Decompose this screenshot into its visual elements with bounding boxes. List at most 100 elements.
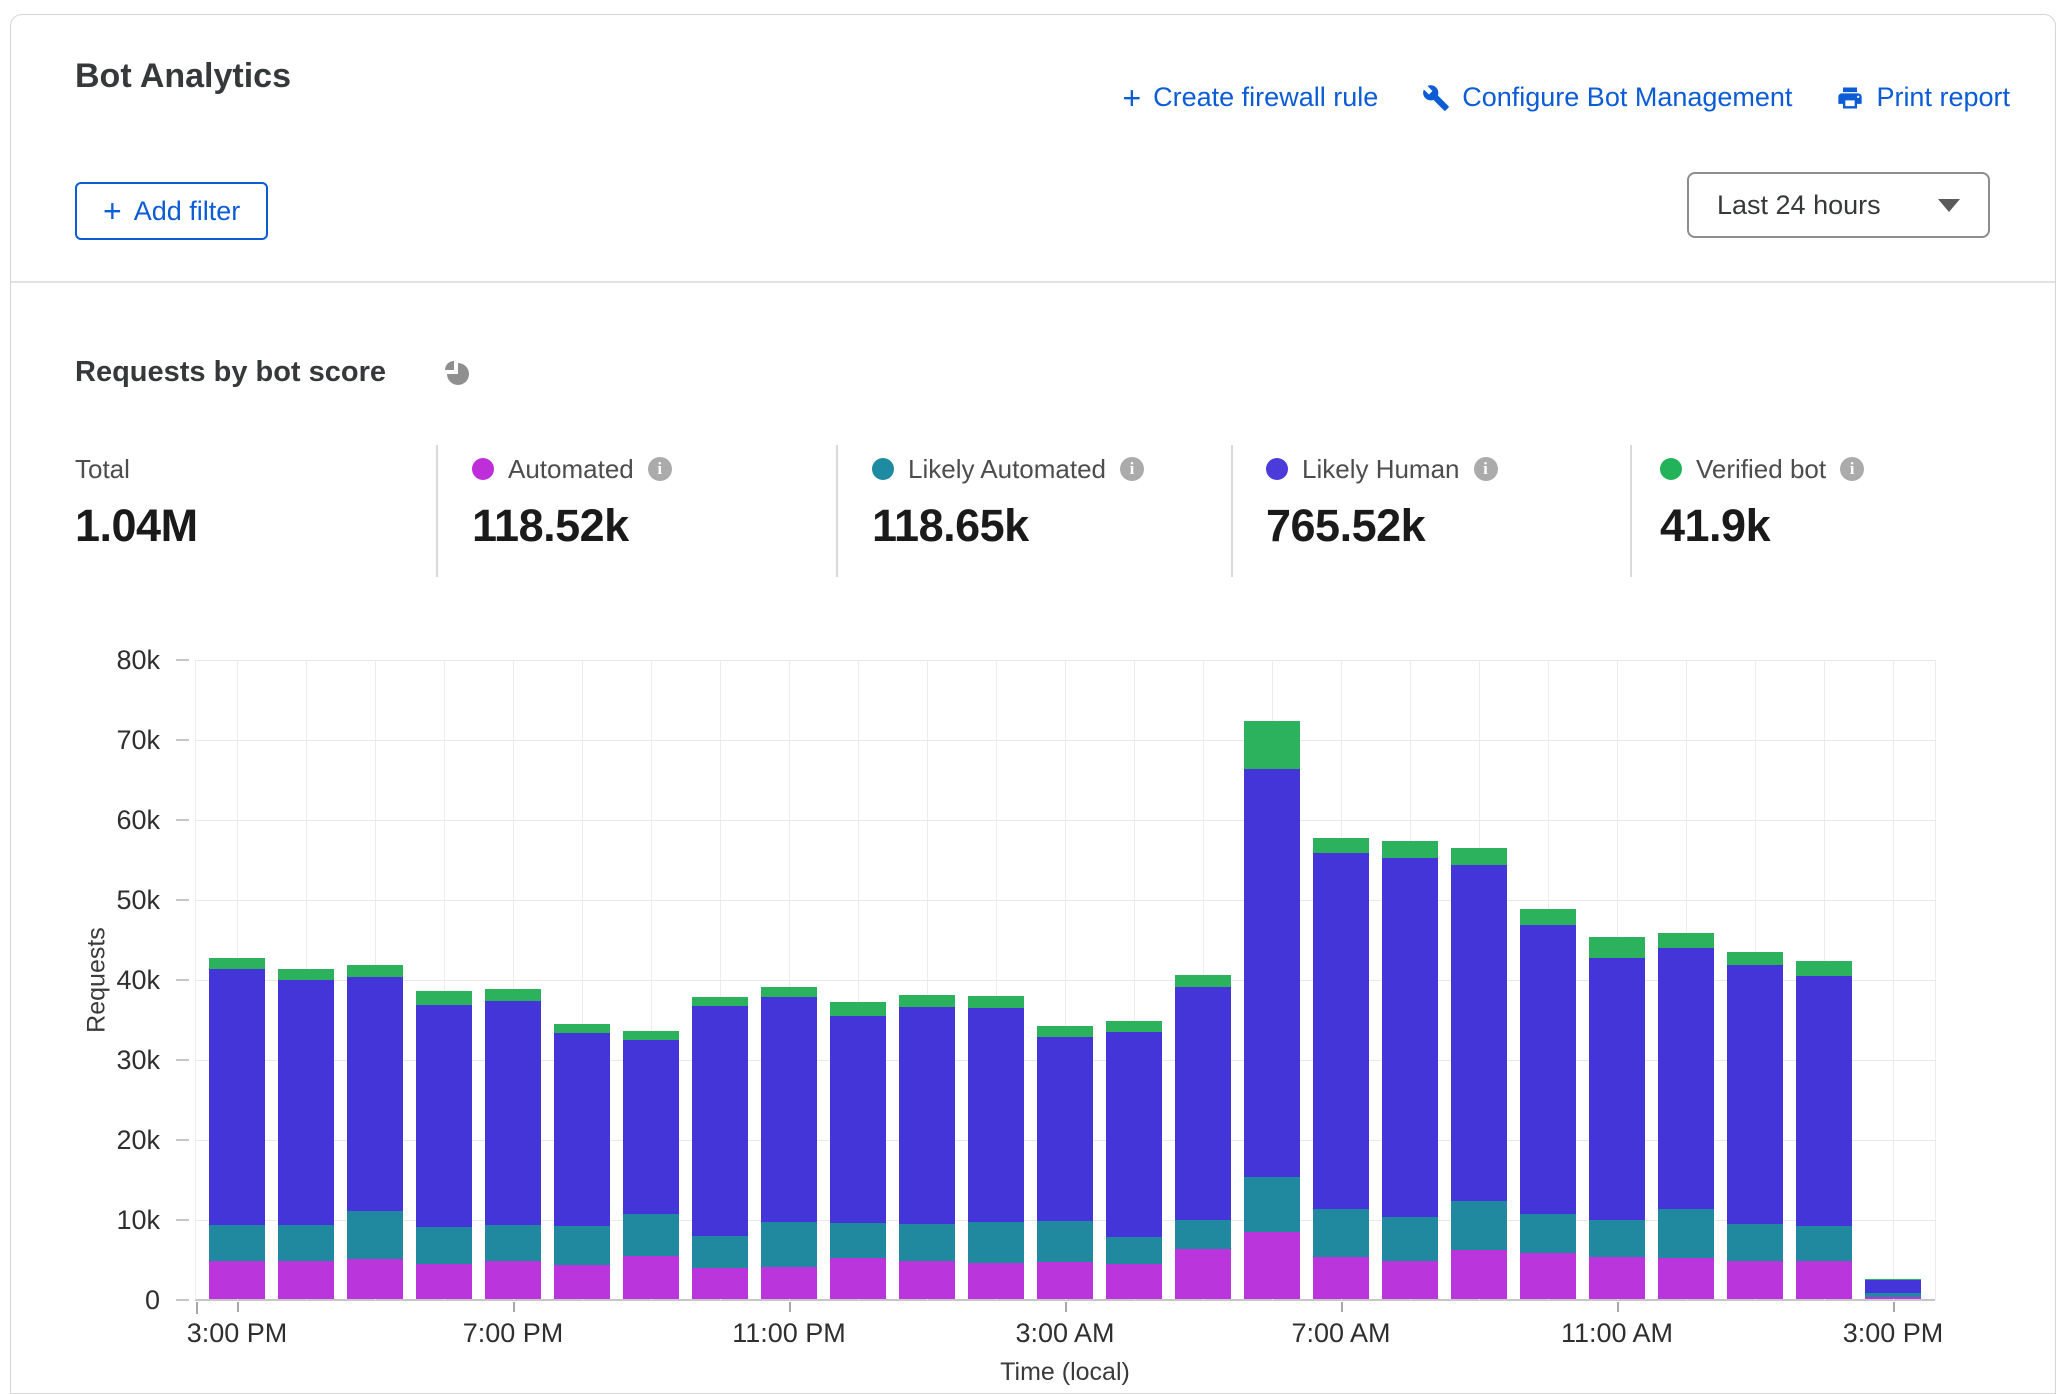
bar-segment-likely-human (347, 977, 403, 1211)
bar-segment-likely-human (209, 969, 265, 1226)
bar-segment-verified-bot (1520, 909, 1576, 925)
y-axis-tick (176, 1219, 189, 1221)
bar-segment-verified-bot (1382, 841, 1438, 858)
bar-segment-verified-bot (485, 989, 541, 1002)
bar-segment-automated (209, 1261, 265, 1299)
bar-segment-verified-bot (1313, 838, 1369, 852)
bar-segment-likely-human (623, 1040, 679, 1214)
bar-segment-verified-bot (968, 996, 1024, 1008)
bar-segment-verified-bot (1658, 933, 1714, 947)
y-axis-tick (176, 819, 189, 821)
x-axis-tick (1065, 1302, 1067, 1312)
bar-segment-automated (1865, 1297, 1921, 1299)
bar-segment-verified-bot (623, 1031, 679, 1040)
bar-segment-likely-automated (1796, 1226, 1852, 1261)
y-axis-tick (176, 979, 189, 981)
requests-by-bot-score-chart: 010k20k30k40k50k60k70k80k3:00 PM7:00 PM1… (0, 0, 2070, 1394)
bar-segment-automated (554, 1265, 610, 1299)
y-axis-tick (176, 1299, 189, 1301)
bar-segment-automated (1520, 1253, 1576, 1299)
bar-11-00-am[interactable] (1589, 937, 1645, 1299)
bar-segment-likely-automated (1244, 1177, 1300, 1232)
bar-segment-likely-human (1796, 976, 1852, 1226)
bar-segment-likely-automated (899, 1224, 955, 1262)
bar-segment-likely-human (1520, 925, 1576, 1214)
bar-5-00-am[interactable] (1175, 975, 1231, 1299)
bar-1-00-pm[interactable] (1727, 952, 1783, 1299)
bot-analytics-page: Bot Analytics + Create firewall rule Con… (0, 0, 2070, 1394)
bar-segment-automated (1589, 1257, 1645, 1299)
x-axis-tick (1617, 1302, 1619, 1312)
bar-3-00-pm[interactable] (1865, 1279, 1921, 1299)
x-axis-label: 3:00 PM (1793, 1318, 1993, 1349)
bar-segment-likely-automated (1520, 1214, 1576, 1253)
bar-segment-likely-automated (830, 1223, 886, 1258)
bar-7-00-am[interactable] (1313, 838, 1369, 1299)
bar-12-00-am[interactable] (830, 1002, 886, 1299)
y-axis-title: Requests (83, 927, 112, 1033)
bar-segment-verified-bot (278, 969, 334, 980)
bar-segment-verified-bot (1106, 1021, 1162, 1032)
bar-segment-automated (278, 1261, 334, 1299)
bar-12-00-pm[interactable] (1658, 933, 1714, 1299)
bar-9-00-am[interactable] (1451, 848, 1507, 1299)
bar-segment-likely-automated (554, 1226, 610, 1264)
bar-2-00-pm[interactable] (1796, 961, 1852, 1299)
bar-9-00-pm[interactable] (623, 1031, 679, 1299)
bar-segment-verified-bot (692, 997, 748, 1007)
bar-segment-likely-automated (278, 1225, 334, 1260)
bar-3-00-am[interactable] (1037, 1026, 1093, 1299)
bar-segment-automated (485, 1261, 541, 1299)
bar-6-00-am[interactable] (1244, 721, 1300, 1299)
bar-segment-verified-bot (347, 965, 403, 978)
bar-segment-automated (1382, 1261, 1438, 1299)
y-axis-tick (176, 659, 189, 661)
y-axis-tick (176, 1139, 189, 1141)
bar-segment-likely-automated (623, 1214, 679, 1256)
x-gridline (1935, 660, 1936, 1300)
bar-segment-likely-automated (692, 1236, 748, 1268)
bar-10-00-pm[interactable] (692, 997, 748, 1299)
y-axis-label: 70k (50, 725, 160, 755)
x-axis-tick (196, 1302, 198, 1314)
y-axis-label: 80k (50, 645, 160, 675)
y-axis-label: 10k (50, 1205, 160, 1235)
x-axis-tick (1341, 1302, 1343, 1312)
bar-segment-likely-human (692, 1006, 748, 1236)
bar-8-00-am[interactable] (1382, 841, 1438, 1299)
bar-segment-likely-automated (1451, 1201, 1507, 1250)
x-axis-label: 3:00 AM (965, 1318, 1165, 1349)
bar-7-00-pm[interactable] (485, 989, 541, 1299)
bar-3-00-pm[interactable] (209, 958, 265, 1299)
bar-4-00-am[interactable] (1106, 1021, 1162, 1299)
bar-segment-likely-human (278, 980, 334, 1226)
bar-segment-likely-human (1037, 1037, 1093, 1221)
bar-2-00-am[interactable] (968, 996, 1024, 1299)
bar-1-00-am[interactable] (899, 995, 955, 1299)
x-axis-tick (1893, 1302, 1895, 1312)
bar-8-00-pm[interactable] (554, 1024, 610, 1299)
bar-segment-automated (899, 1261, 955, 1299)
x-axis-label: 11:00 AM (1517, 1318, 1717, 1349)
bar-segment-verified-bot (761, 987, 817, 997)
bar-segment-verified-bot (1796, 961, 1852, 976)
y-axis-label: 30k (50, 1045, 160, 1075)
x-axis-tick (237, 1302, 239, 1312)
y-axis-label: 60k (50, 805, 160, 835)
bar-segment-likely-human (899, 1007, 955, 1224)
bar-11-00-pm[interactable] (761, 987, 817, 1299)
x-axis-tick (789, 1302, 791, 1312)
bar-4-00-pm[interactable] (278, 969, 334, 1299)
bar-10-00-am[interactable] (1520, 909, 1576, 1299)
bar-segment-verified-bot (1244, 721, 1300, 768)
bar-segment-likely-human (968, 1008, 1024, 1222)
x-gridline (195, 660, 196, 1300)
y-axis-tick (176, 739, 189, 741)
bar-5-00-pm[interactable] (347, 965, 403, 1299)
bar-segment-likely-human (1451, 865, 1507, 1202)
bar-segment-likely-automated (485, 1225, 541, 1261)
bar-segment-automated (1244, 1232, 1300, 1299)
bar-segment-likely-automated (347, 1211, 403, 1259)
bar-6-00-pm[interactable] (416, 991, 472, 1299)
x-axis-title: Time (local) (1000, 1358, 1130, 1387)
